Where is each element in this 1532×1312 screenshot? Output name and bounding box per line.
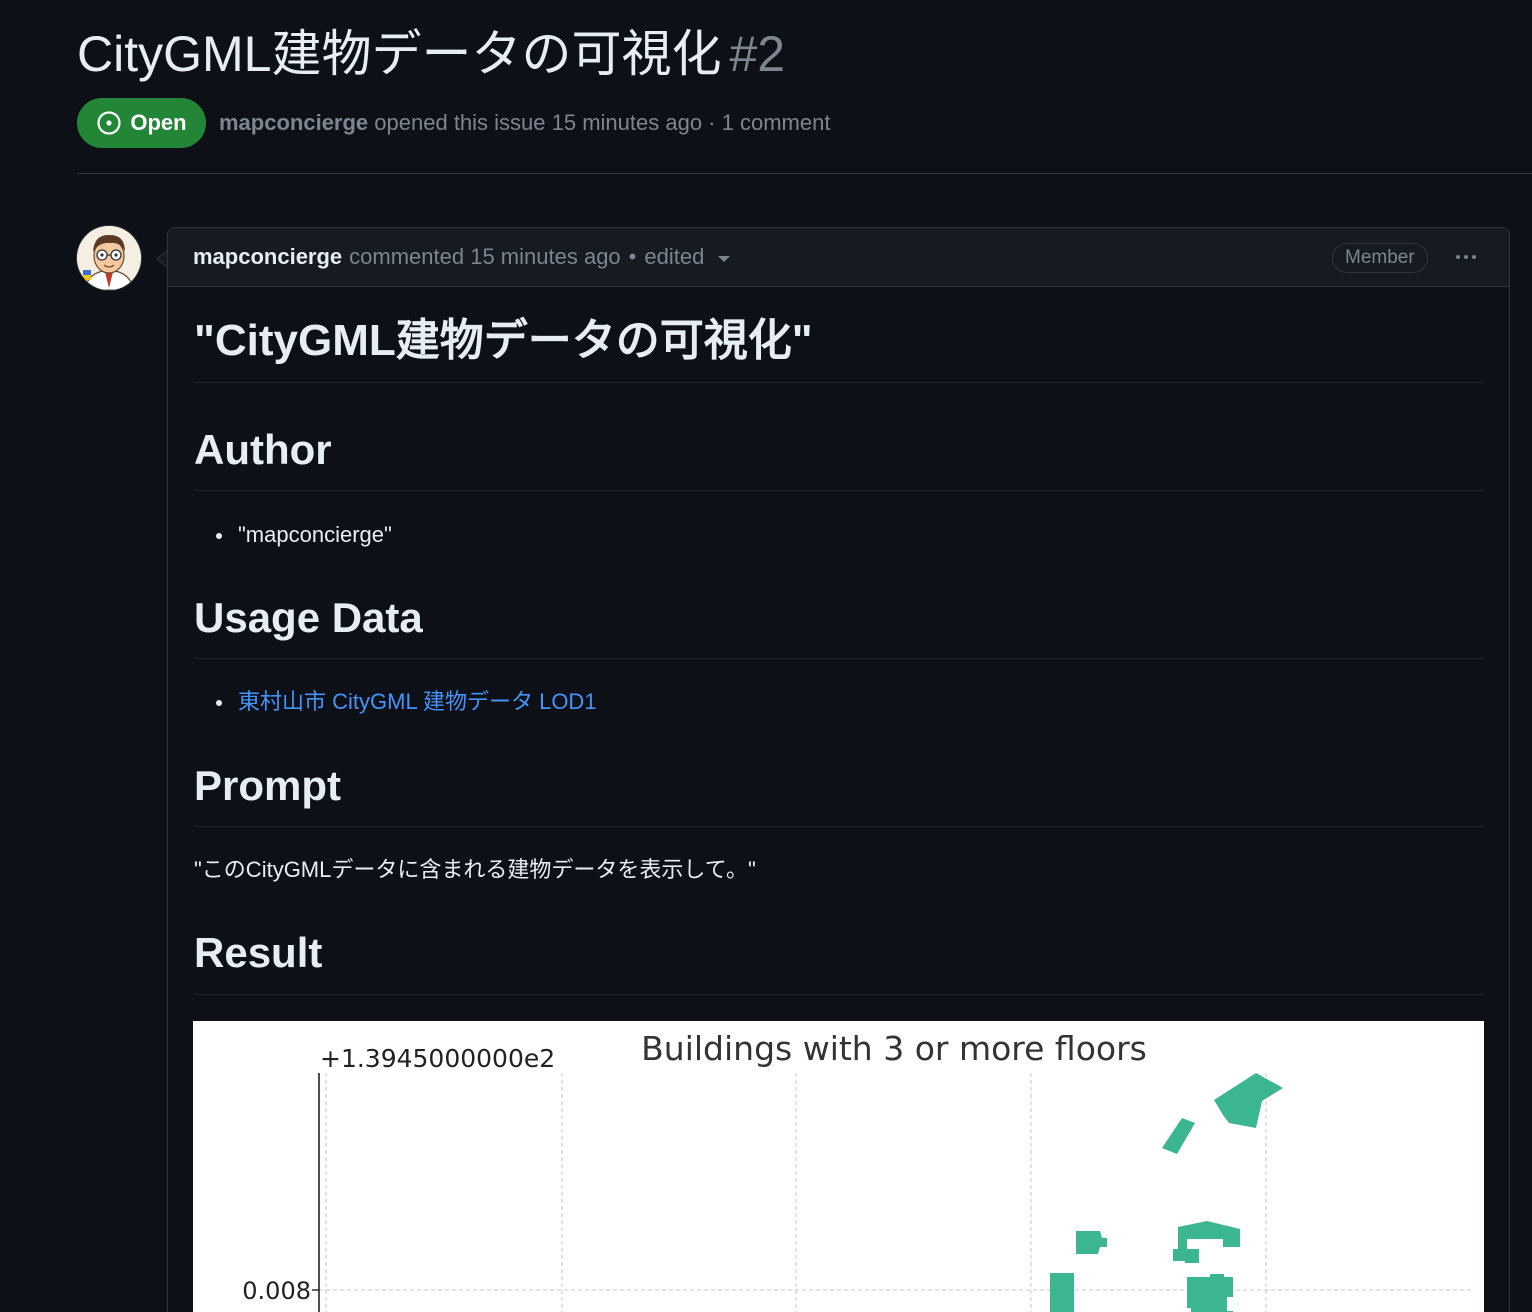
issue-page: CityGML建物データの可視化 #2 Open mapconcierge ope… (0, 0, 1532, 1312)
issue-title-text: CityGML建物データの可視化 (77, 26, 722, 82)
author-value: "mapconcierge" (238, 522, 392, 547)
kebab-dot-icon (1464, 255, 1468, 259)
building-footprints (1050, 1073, 1283, 1312)
kebab-dot-icon (1456, 255, 1460, 259)
kebab-dot-icon (1472, 255, 1476, 259)
prompt-text: "このCityGMLデータに含まれる建物データを表示して。" (194, 857, 756, 882)
usage-data-heading: Usage Data (194, 594, 423, 641)
y-offset-label: +1.3945000000e2 (320, 1044, 555, 1073)
y-tick-label: 0.008 (242, 1277, 311, 1305)
issue-meta-text: opened this issue 15 minutes ago · 1 com… (374, 110, 831, 135)
building-footprint (1173, 1249, 1199, 1263)
chart-title: Buildings with 3 or more floors (641, 1029, 1147, 1068)
author-heading: Author (194, 426, 332, 473)
issue-state-label: Open (130, 110, 187, 135)
result-chart-image: Buildings with 3 or more floors +1.39450… (193, 1021, 1484, 1312)
comment-timestamp[interactable]: commented 15 minutes ago (349, 242, 621, 272)
result-heading: Result (194, 929, 323, 976)
comment-author-link[interactable]: mapconcierge (193, 242, 342, 272)
body-title: "CityGML建物データの可視化" (194, 316, 813, 365)
chart-grid (319, 1073, 1473, 1312)
role-badge: Member (1332, 243, 1428, 273)
kebab-menu-button[interactable] (1448, 242, 1484, 272)
author-divider (194, 490, 1484, 491)
prompt-heading: Prompt (194, 762, 341, 809)
usage-data-link[interactable]: 東村山市 CityGML 建物データ LOD1 (238, 689, 597, 714)
avatar-illustration (77, 226, 141, 290)
issue-meta: mapconcierge opened this issue 15 minute… (219, 108, 830, 138)
building-footprint (1076, 1231, 1107, 1254)
building-footprint (1162, 1118, 1195, 1154)
issue-open-icon (97, 111, 121, 135)
title-divider (194, 382, 1484, 383)
comment-separator: • (628, 244, 637, 269)
issue-number: #2 (729, 26, 786, 82)
issue-state-badge: Open (77, 98, 206, 148)
building-footprint (1214, 1073, 1283, 1128)
header-divider (77, 173, 1532, 174)
issue-title: CityGML建物データの可視化 #2 (77, 22, 785, 86)
prompt-divider (194, 826, 1484, 827)
avatar[interactable] (77, 226, 141, 290)
edited-history-dropdown[interactable]: edited (644, 242, 704, 272)
issue-author-link[interactable]: mapconcierge (219, 110, 368, 135)
usage-list-item: 東村山市 CityGML 建物データ LOD1 (216, 687, 597, 717)
author-list-item: "mapconcierge" (216, 520, 392, 550)
usage-divider (194, 658, 1484, 659)
comment-header: mapconcierge commented 15 minutes ago • … (168, 228, 1509, 287)
building-footprint (1178, 1221, 1240, 1249)
building-footprint (1050, 1273, 1074, 1312)
comment-header-text: mapconcierge commented 15 minutes ago • … (193, 242, 731, 272)
result-chart: Buildings with 3 or more floors +1.39450… (242, 1029, 1473, 1312)
result-divider (194, 994, 1484, 995)
chevron-down-icon[interactable] (718, 256, 731, 262)
building-footprint (1187, 1274, 1233, 1312)
